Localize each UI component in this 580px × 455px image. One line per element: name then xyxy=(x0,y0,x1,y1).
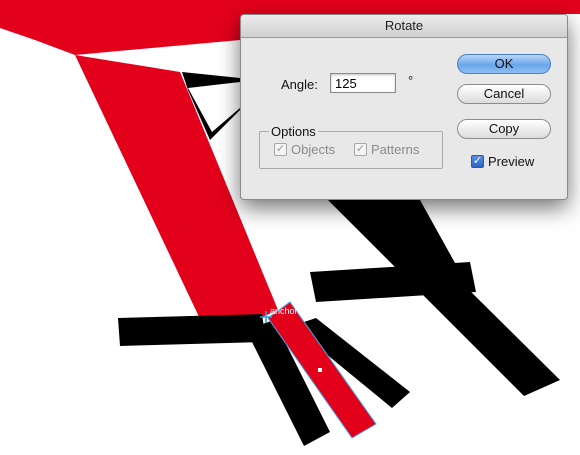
angle-input[interactable] xyxy=(330,73,396,93)
options-legend: Options xyxy=(269,124,318,139)
center-point[interactable] xyxy=(318,368,322,372)
cancel-button[interactable]: Cancel xyxy=(457,84,551,104)
black-bar-horizontal-left[interactable] xyxy=(118,314,266,346)
ok-button[interactable]: OK xyxy=(457,54,551,74)
rotate-dialog: Rotate Angle: ° Options ✓ Objects ✓ Patt… xyxy=(240,14,568,200)
copy-button[interactable]: Copy xyxy=(457,119,551,139)
preview-checkbox[interactable]: ✓ Preview xyxy=(471,154,534,169)
angle-label: Angle: xyxy=(281,77,318,92)
preview-check-icon: ✓ xyxy=(471,155,484,168)
objects-check-icon: ✓ xyxy=(274,143,287,156)
patterns-checkbox[interactable]: ✓ Patterns xyxy=(354,142,419,157)
dialog-title: Rotate xyxy=(241,15,567,38)
anchor-label: anchor xyxy=(270,306,298,316)
patterns-check-icon: ✓ xyxy=(354,143,367,156)
objects-label: Objects xyxy=(291,142,336,157)
patterns-label: Patterns xyxy=(371,142,420,157)
objects-checkbox[interactable]: ✓ Objects xyxy=(274,142,335,157)
degree-symbol: ° xyxy=(408,73,414,88)
preview-label: Preview xyxy=(488,154,535,169)
